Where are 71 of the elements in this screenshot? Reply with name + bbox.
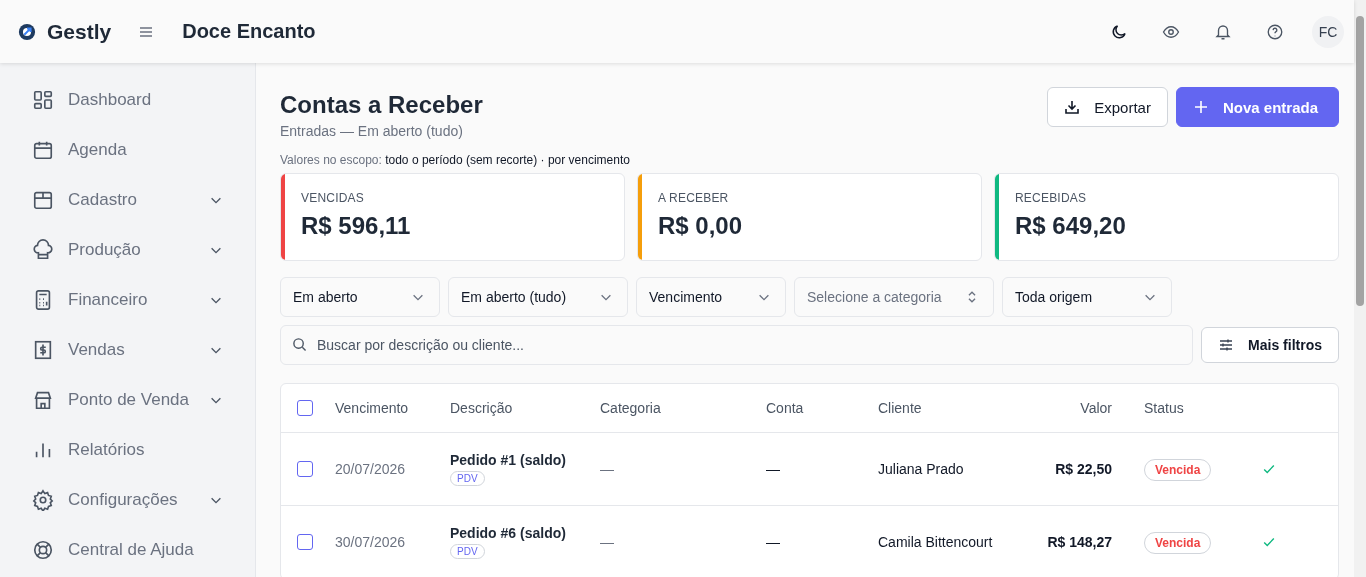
brand-name: Gestly: [47, 19, 112, 44]
sidebar-item[interactable]: Relatórios: [0, 425, 255, 475]
user-avatar[interactable]: FC: [1312, 15, 1344, 48]
card-label: RECEBIDAS: [1015, 191, 1088, 205]
search-icon: [292, 337, 307, 352]
search-field[interactable]: Buscar por descrição ou cliente...: [280, 325, 1194, 365]
export-button[interactable]: Exportar: [1047, 87, 1168, 127]
sidebar-item[interactable]: Ponto de Venda: [0, 375, 255, 425]
scrollbar[interactable]: [1354, 0, 1366, 577]
column-header: Conta: [766, 400, 805, 416]
table-cell: Pedido #1 (saldo): [450, 452, 566, 468]
card-value: R$ 0,00: [658, 212, 743, 240]
sidebar-item[interactable]: Produção: [0, 225, 255, 275]
column-header: Descrição: [450, 400, 514, 416]
page-subtitle: Entradas — Em aberto (tudo): [280, 123, 464, 139]
filter-dropdown[interactable]: Em aberto: [280, 277, 440, 317]
filter-dropdown[interactable]: Toda origem: [1002, 277, 1172, 317]
column-header: Vencimento: [335, 400, 410, 416]
table-cell-text: —: [766, 534, 781, 550]
checkbox[interactable]: [297, 461, 313, 477]
scope-note: Valores no escopo: todo o período (sem recorte) · por vencimento: [280, 153, 631, 167]
checkbox[interactable]: [297, 534, 313, 550]
sidebar-item[interactable]: Dashboard: [0, 75, 255, 125]
table-cell-text: —: [600, 534, 615, 550]
table-cell-text: 20/07/2026: [335, 461, 407, 477]
column-header: Cliente: [878, 400, 923, 416]
card-value: R$ 596,11: [301, 212, 411, 240]
check-icon[interactable]: [1262, 462, 1276, 476]
table-cell-text: R$ 148,27: [1046, 534, 1112, 550]
store-icon: [32, 389, 54, 411]
sidebar-item[interactable]: Agenda: [0, 125, 255, 175]
table-cell: Pedido #6 (saldo): [450, 525, 566, 541]
filter-dropdown[interactable]: Em aberto (tudo): [448, 277, 628, 317]
column-header: Valor: [1079, 400, 1112, 416]
filter-dropdown[interactable]: Selecione a categoria: [794, 277, 994, 317]
card-value: R$ 649,20: [1015, 212, 1126, 240]
checkbox[interactable]: [297, 400, 313, 416]
sidebar-item[interactable]: Financeiro: [0, 275, 255, 325]
table-cell-text: —: [766, 461, 781, 477]
table-cell-text: 30/07/2026: [335, 534, 407, 550]
table-cell-text: —: [600, 461, 615, 477]
column-header: Categoria: [600, 400, 662, 416]
table-cell-text: Juliana Prado: [878, 461, 965, 477]
download-icon: [1064, 99, 1081, 115]
table-cell-text: R$ 22,50: [1054, 461, 1112, 477]
sidebar-item[interactable]: Central de Ajuda: [0, 525, 255, 575]
bell-icon[interactable]: [1214, 22, 1232, 41]
grid-icon: [32, 89, 54, 111]
help-icon[interactable]: [1266, 22, 1284, 41]
table-cell-text: Camila Bittencourt: [878, 534, 994, 550]
gear-icon: [32, 489, 54, 511]
check-icon[interactable]: [1262, 535, 1276, 549]
column-header: Status: [1143, 400, 1185, 416]
new-entry-button[interactable]: Nova entrada: [1175, 87, 1339, 127]
receipt-icon: [32, 339, 54, 361]
plus-icon: [1192, 99, 1209, 115]
card-label: A RECEBER: [658, 191, 730, 205]
chef-hat-icon: [32, 239, 54, 261]
filter-dropdown[interactable]: Vencimento: [636, 277, 786, 317]
logo-icon: [18, 22, 36, 41]
sidebar-item[interactable]: Cadastro: [0, 175, 255, 225]
sidebar-item[interactable]: Configurações: [0, 475, 255, 525]
sidebar-item[interactable]: Vendas: [0, 325, 255, 375]
card-label: VENCIDAS: [301, 191, 365, 205]
company-name: Doce Encanto: [182, 20, 316, 43]
calendar-icon: [32, 139, 54, 161]
box-icon: [32, 189, 54, 211]
more-filters-button[interactable]: Mais filtros: [1201, 327, 1339, 363]
lifebuoy-icon: [32, 539, 54, 561]
sliders-icon: [1218, 337, 1235, 353]
page-title: Contas a Receber: [280, 91, 483, 119]
